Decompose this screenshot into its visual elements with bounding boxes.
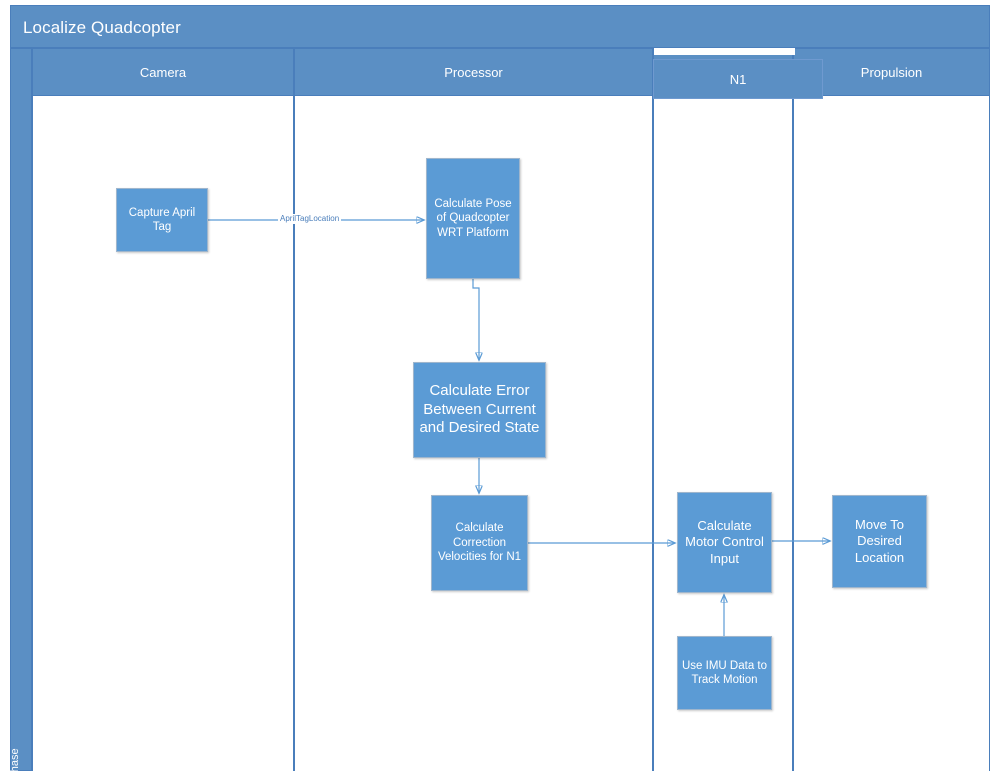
node-use-imu-data-label: Use IMU Data to Track Motion [682, 659, 767, 686]
lane-header-camera[interactable]: Camera [32, 48, 294, 96]
lane-header-camera-label: Camera [139, 64, 187, 80]
node-capture-april-tag[interactable]: Capture April Tag [116, 188, 208, 252]
node-calculate-pose-label: Calculate Pose of Quadcopter WRT Platfor… [434, 197, 512, 239]
page-title[interactable]: Localize Quadcopter [10, 5, 990, 48]
node-move-to-location[interactable]: Move To Desired Location [832, 495, 927, 588]
lane-header-processor-label: Processor [444, 64, 503, 80]
node-capture-april-tag-label: Capture April Tag [128, 206, 196, 233]
node-use-imu-data[interactable]: Use IMU Data to Track Motion [677, 636, 772, 710]
node-correction-velocity-label: Calculate Correction Velocities for N1 [437, 522, 522, 564]
lane-header-propulsion-label: Propulsion [860, 64, 923, 80]
node-calculate-pose[interactable]: Calculate Pose of Quadcopter WRT Platfor… [426, 158, 520, 279]
node-correction-velocity[interactable]: Calculate Correction Velocities for N1 [431, 495, 528, 591]
phase-band-label: Phase [9, 748, 21, 777]
node-move-to-location-label: Move To Desired Location [854, 516, 905, 565]
n1-header-edit-textbox[interactable]: N1 [653, 59, 823, 99]
connector-label-april-tag-location: AprilTagLocation [278, 214, 342, 224]
n1-header-edit-highlight [654, 48, 795, 55]
n1-header-edit-label: N1 [729, 71, 747, 87]
lane-header-processor[interactable]: Processor [294, 48, 653, 96]
lane-body-propulsion [793, 96, 990, 771]
node-motor-control-input-label: Calculate Motor Control Input [685, 517, 764, 566]
diagram-canvas: Camera Processor N1 Propulsion N1 Phase … [0, 0, 994, 777]
node-calculate-error-label: Calculate Error Between Current and Desi… [419, 381, 540, 437]
node-motor-control-input[interactable]: Calculate Motor Control Input [677, 492, 772, 593]
phase-band[interactable]: Phase [9, 48, 32, 777]
node-calculate-error[interactable]: Calculate Error Between Current and Desi… [413, 362, 546, 458]
